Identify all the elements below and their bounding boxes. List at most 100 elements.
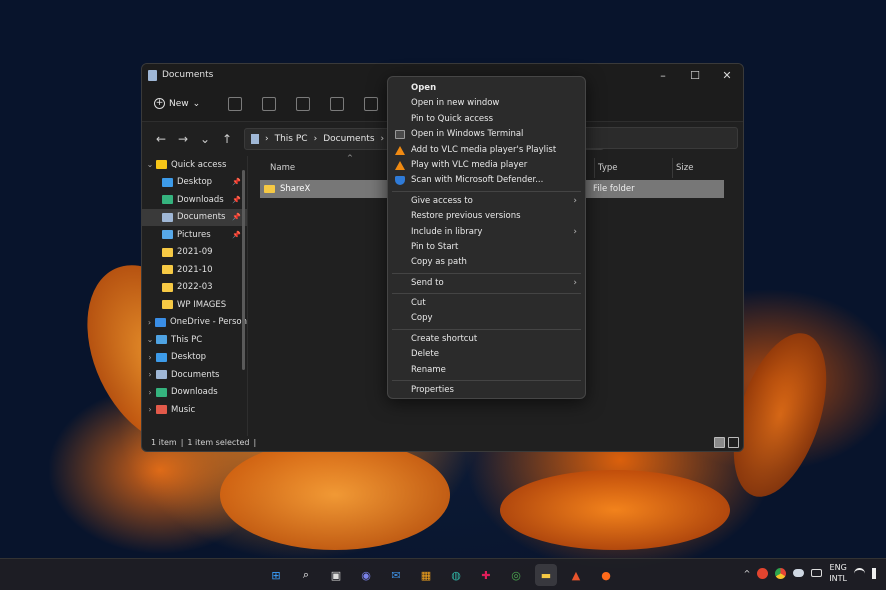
creative-cloud-icon[interactable] <box>757 567 769 579</box>
chat-icon[interactable]: ◉ <box>355 564 377 586</box>
pin-icon[interactable]: 📌 <box>232 213 241 221</box>
task-view-icon[interactable]: ▣ <box>325 564 347 586</box>
file-explorer-icon[interactable]: ▬ <box>535 564 557 586</box>
pin-icon[interactable]: 📌 <box>232 231 241 239</box>
sidebar-item[interactable]: › Music <box>142 401 247 419</box>
slack-icon[interactable]: ✚ <box>475 564 497 586</box>
sidebar-item[interactable]: Desktop 📌 <box>142 174 247 192</box>
download-icon <box>162 195 173 205</box>
menu-item[interactable]: Open in new window <box>388 96 585 111</box>
pin-icon[interactable]: 📌 <box>232 196 241 204</box>
menu-item-label: Cut <box>411 298 426 309</box>
menu-item[interactable]: Give access to › <box>388 194 585 209</box>
rename-icon[interactable] <box>330 96 345 111</box>
firefox-icon[interactable]: ● <box>595 564 617 586</box>
menu-item[interactable]: Scan with Microsoft Defender... <box>388 173 585 188</box>
menu-item[interactable]: Open <box>388 81 585 96</box>
chevron-icon[interactable]: ⌄ <box>144 335 156 344</box>
sidebar-item[interactable]: ⌄ Quick access <box>142 156 247 174</box>
menu-item[interactable]: Cut <box>388 296 585 311</box>
sidebar-item[interactable]: › OneDrive - Person <box>142 314 247 332</box>
sidebar-item[interactable]: Downloads 📌 <box>142 191 247 209</box>
menu-item[interactable]: Send to › <box>388 276 585 291</box>
menu-item[interactable]: Pin to Quick access <box>388 112 585 127</box>
close-button[interactable]: ✕ <box>711 69 743 82</box>
forward-button[interactable]: → <box>172 132 194 146</box>
menu-item[interactable]: Properties <box>388 383 585 398</box>
sidebar-scrollbar[interactable] <box>242 170 245 370</box>
sidebar-item[interactable]: 2021-09 <box>142 244 247 262</box>
edge-icon[interactable]: ◍ <box>445 564 467 586</box>
breadcrumb-documents[interactable]: Documents <box>323 134 374 144</box>
chevron-icon[interactable]: › <box>144 370 156 379</box>
sidebar-item[interactable]: ⌄ This PC <box>142 331 247 349</box>
folder-icon <box>162 300 173 310</box>
sidebar-item[interactable]: › Downloads <box>142 384 247 402</box>
chevron-icon[interactable]: › <box>144 388 156 397</box>
menu-item-label: Copy <box>411 313 433 324</box>
app-icon[interactable]: ▲ <box>565 564 587 586</box>
sidebar-item-label: Documents <box>171 369 220 380</box>
chrome-icon[interactable]: ◎ <box>505 564 527 586</box>
wifi-icon[interactable] <box>854 567 865 579</box>
menu-item[interactable]: Open in Windows Terminal <box>388 127 585 142</box>
menu-item[interactable]: Restore previous versions <box>388 209 585 224</box>
menu-item[interactable]: Create shortcut <box>388 332 585 347</box>
sidebar-item[interactable]: WP IMAGES <box>142 296 247 314</box>
chrome-tray-icon[interactable] <box>775 567 787 579</box>
share-icon[interactable] <box>364 96 379 111</box>
column-header-size[interactable]: Size <box>672 158 727 178</box>
copy-icon[interactable] <box>262 96 277 111</box>
recent-locations-button[interactable]: ⌄ <box>194 132 216 146</box>
menu-item[interactable]: Add to VLC media player's Playlist <box>388 143 585 158</box>
volume-icon[interactable] <box>872 567 880 579</box>
tray-overflow-icon[interactable]: ^ <box>744 569 751 578</box>
search-input[interactable]: nts <box>562 127 738 149</box>
column-header-type[interactable]: Type <box>594 158 674 178</box>
minimize-button[interactable]: – <box>647 69 679 82</box>
keyboard-icon[interactable] <box>811 569 823 577</box>
menu-item[interactable]: Copy <box>388 311 585 326</box>
menu-item[interactable]: Pin to Start <box>388 240 585 255</box>
breadcrumb-this-pc[interactable]: This PC <box>275 134 308 144</box>
chevron-icon[interactable]: › <box>144 405 156 414</box>
up-button[interactable]: ↑ <box>216 132 238 146</box>
menu-item[interactable]: Include in library › <box>388 225 585 240</box>
new-button[interactable]: + New ⌄ <box>154 98 200 109</box>
sidebar-item[interactable]: Pictures 📌 <box>142 226 247 244</box>
start-icon[interactable]: ⊞ <box>265 564 287 586</box>
sidebar-item[interactable]: › Documents <box>142 366 247 384</box>
menu-item[interactable]: Copy as path <box>388 255 585 270</box>
context-menu: Open Open in new window Pin to Quick acces… <box>387 76 586 399</box>
pc-icon <box>156 335 167 345</box>
submenu-arrow-icon: › <box>573 195 577 206</box>
menu-separator <box>392 190 581 192</box>
large-icons-view-icon[interactable] <box>728 437 739 448</box>
chevron-icon[interactable]: › <box>144 353 156 362</box>
maximize-button[interactable]: ☐ <box>679 69 711 82</box>
sidebar-item[interactable]: 2021-10 <box>142 261 247 279</box>
onedrive-icon[interactable] <box>793 569 805 577</box>
plus-icon: + <box>154 98 165 109</box>
details-view-icon[interactable] <box>714 437 725 448</box>
menu-item[interactable]: Rename <box>388 363 585 378</box>
pin-icon[interactable]: 📌 <box>232 178 241 186</box>
menu-item[interactable]: Play with VLC media player <box>388 158 585 173</box>
store-icon[interactable]: ▦ <box>415 564 437 586</box>
navigation-pane: ⌄ Quick access Desktop 📌 Downloads 📌 Documents… <box>142 156 248 436</box>
cut-icon[interactable] <box>228 96 243 111</box>
menu-item[interactable]: Delete <box>388 347 585 362</box>
window-title: Documents <box>162 70 214 80</box>
search-icon[interactable]: ⌕ <box>295 564 317 586</box>
back-button[interactable]: ← <box>150 132 172 146</box>
mail-icon[interactable]: ✉ <box>385 564 407 586</box>
paste-icon[interactable] <box>296 96 311 111</box>
chevron-icon[interactable]: ⌄ <box>144 160 156 169</box>
sidebar-item[interactable]: 2022-03 <box>142 279 247 297</box>
sidebar-item-label: Desktop <box>171 352 207 363</box>
sidebar-item[interactable]: Documents 📌 <box>142 208 247 226</box>
language-indicator[interactable]: ENG INTL <box>829 562 847 584</box>
column-header-name[interactable]: Name <box>270 158 390 178</box>
sidebar-item[interactable]: › Desktop <box>142 349 247 367</box>
chevron-icon[interactable]: › <box>144 318 155 327</box>
